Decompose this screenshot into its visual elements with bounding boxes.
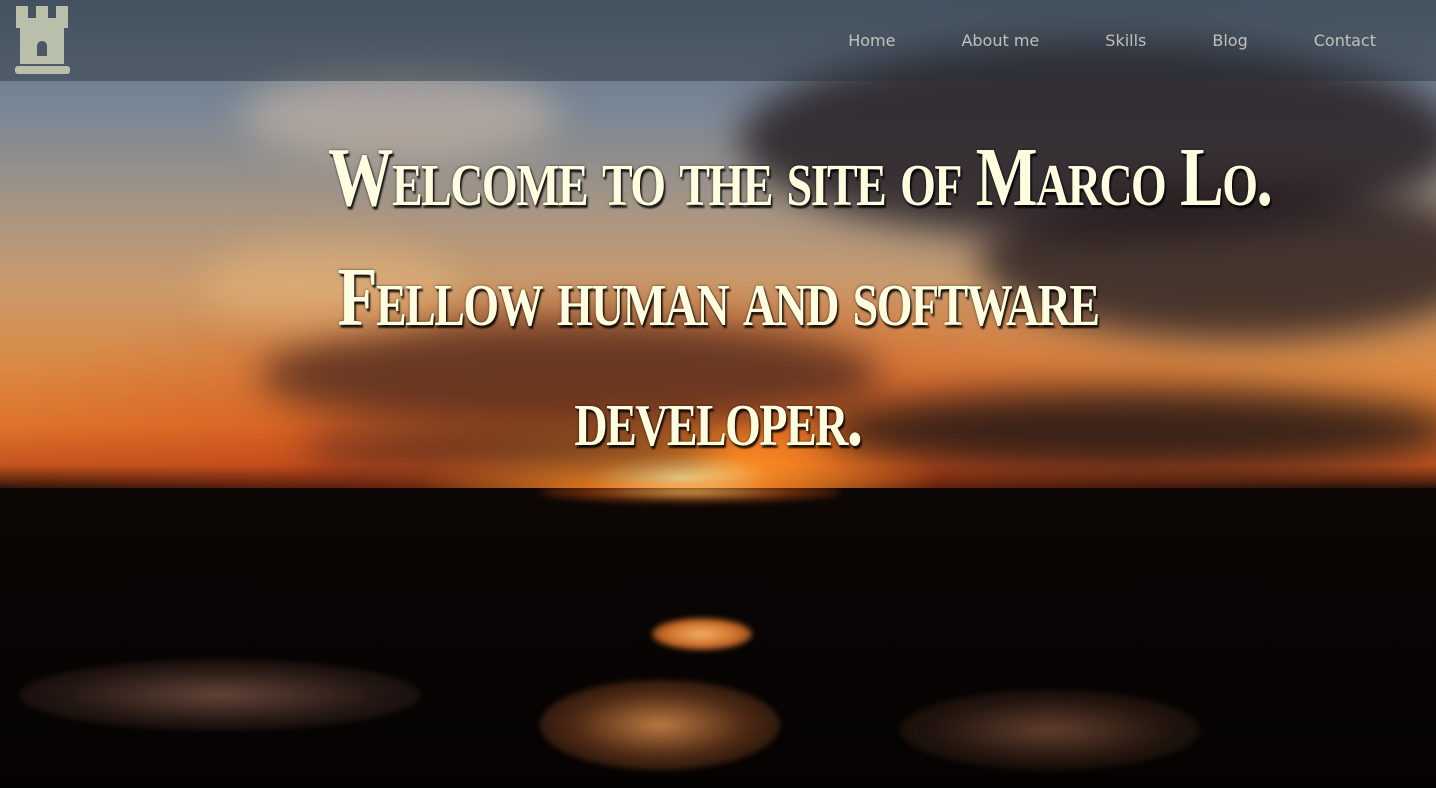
sun-glow	[540, 482, 840, 502]
nav-home[interactable]: Home	[848, 31, 895, 50]
headline-line-3: developer.	[574, 371, 863, 464]
main-nav: Home About me Skills Blog Contact	[782, 0, 1436, 81]
nav-blog[interactable]: Blog	[1212, 31, 1247, 50]
puddle-reflection	[900, 690, 1200, 770]
castle-tower-icon[interactable]	[14, 6, 72, 74]
puddle-reflection	[20, 660, 420, 730]
nav-contact[interactable]: Contact	[1314, 31, 1376, 50]
nav-about-me[interactable]: About me	[961, 31, 1039, 50]
headline-line-1: Welcome to the site of Marco Lo.	[328, 131, 1273, 224]
nav-skills[interactable]: Skills	[1105, 31, 1146, 50]
hero-section: Home About me Skills Blog Contact Welcom…	[0, 0, 1436, 788]
puddle-reflection	[540, 680, 780, 770]
top-navigation-bar: Home About me Skills Blog Contact	[0, 0, 1436, 81]
headline-line-2: Fellow human and software	[337, 251, 1101, 344]
puddle-reflection	[652, 618, 752, 650]
hero-headline: Welcome to the site of Marco Lo. Fellow …	[328, 118, 1273, 478]
